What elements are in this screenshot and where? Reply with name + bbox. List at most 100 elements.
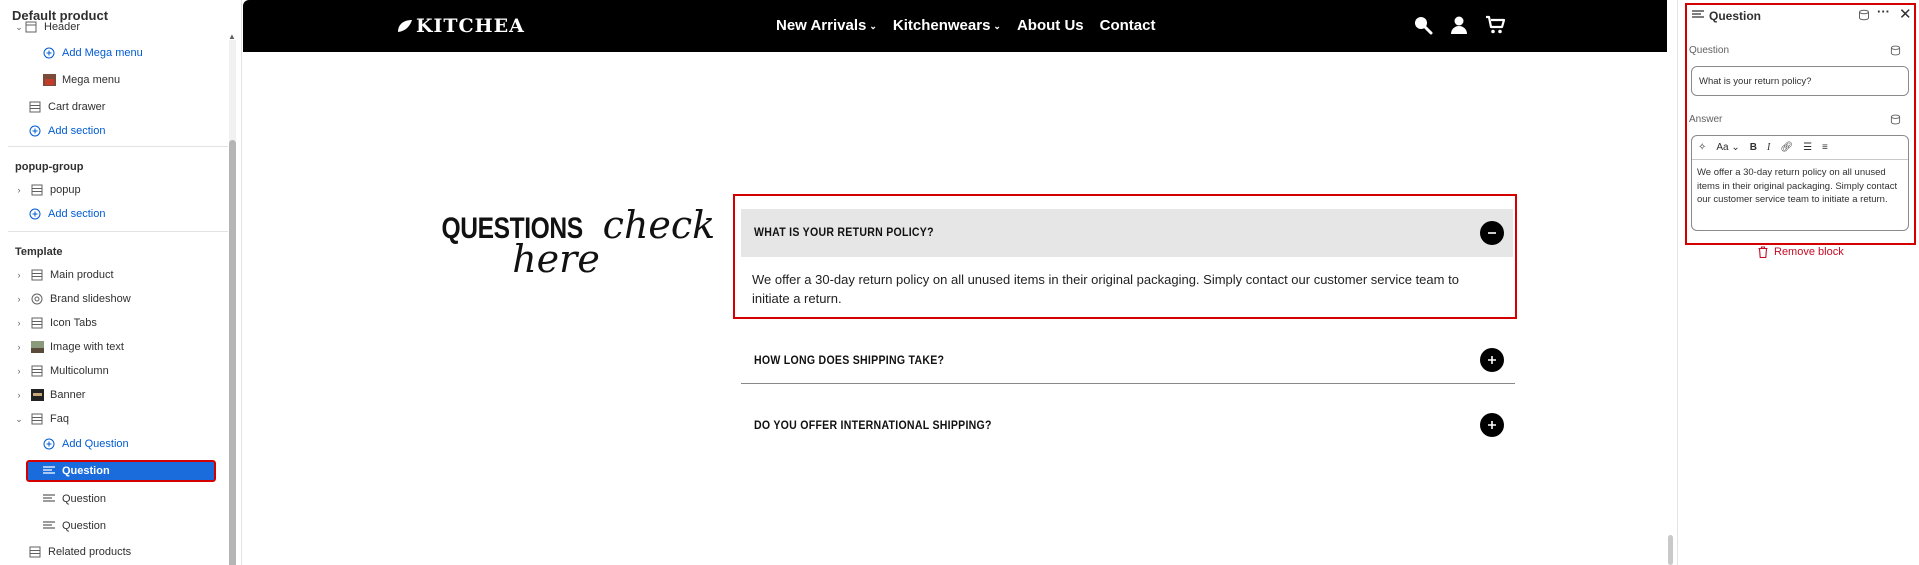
sidebar-item-header[interactable]: ⌄ Header bbox=[14, 20, 241, 34]
store-preview: KITCHEA New Arrivals ⌄ Kitchenwears ⌄ Abou… bbox=[243, 0, 1673, 565]
store-logo[interactable]: KITCHEA bbox=[396, 15, 525, 37]
search-icon[interactable] bbox=[1413, 15, 1433, 35]
chevron-right-icon: › bbox=[17, 318, 21, 328]
sidebar-item-question[interactable]: Question bbox=[42, 515, 241, 537]
add-mega-menu-button[interactable]: Add Mega menu bbox=[42, 42, 241, 64]
database-icon[interactable] bbox=[1890, 45, 1901, 56]
sidebar-item-question-selected[interactable]: Question bbox=[25, 459, 217, 483]
chevron-right-icon: › bbox=[17, 390, 21, 400]
close-icon[interactable]: ✕ bbox=[1899, 5, 1912, 23]
sidebar-item-popup[interactable]: › popup bbox=[14, 179, 241, 201]
sidebar-item-cart-drawer[interactable]: Cart drawer bbox=[28, 96, 241, 118]
text-block-icon bbox=[42, 520, 56, 532]
chevron-right-icon: › bbox=[17, 342, 21, 352]
text-block-icon bbox=[1692, 10, 1704, 18]
preview-scrollbar-thumb[interactable] bbox=[1668, 535, 1673, 565]
bullet-list-icon[interactable]: ☰ bbox=[1803, 142, 1812, 153]
section-icon bbox=[30, 269, 44, 281]
nav-contact[interactable]: Contact bbox=[1100, 17, 1156, 34]
sidebar-item-image-with-text[interactable]: › Image with text bbox=[14, 336, 241, 358]
section-icon bbox=[30, 184, 44, 196]
add-question-button[interactable]: Add Question bbox=[42, 433, 241, 455]
text-block-icon bbox=[42, 493, 56, 505]
sidebar-item-brand-slideshow[interactable]: › Brand slideshow bbox=[14, 288, 241, 310]
link-icon[interactable]: 🔗︎ bbox=[1780, 142, 1793, 153]
question-input[interactable]: What is your return policy? bbox=[1691, 66, 1909, 96]
chevron-right-icon: › bbox=[17, 185, 21, 195]
more-options-icon[interactable]: ··· bbox=[1877, 4, 1890, 19]
block-settings-panel: Question ··· ✕ Question What is your ret… bbox=[1677, 0, 1919, 565]
sidebar-item-icon-tabs[interactable]: › Icon Tabs bbox=[14, 312, 241, 334]
faq-answer-1: We offer a 30-day return policy on all u… bbox=[752, 272, 1459, 306]
chevron-right-icon: › bbox=[17, 270, 21, 280]
answer-field-label: Answer bbox=[1689, 114, 1723, 125]
answer-richtext-editor[interactable]: ✧ Aa ⌄ B I 🔗︎ ☰ ≡ We offer a 30-day retu… bbox=[1691, 135, 1909, 231]
sidebar-item-question[interactable]: Question bbox=[42, 488, 241, 510]
chevron-down-icon: ⌄ bbox=[15, 21, 23, 32]
remove-block-button[interactable]: Remove block bbox=[1758, 246, 1844, 258]
scroll-up-arrow-icon[interactable]: ▲ bbox=[228, 32, 236, 41]
section-tree: ⌄ Header Add Mega menu Mega menu Cart dr… bbox=[0, 21, 232, 565]
plus-circle-icon bbox=[42, 438, 56, 450]
nav-kitchenwears[interactable]: Kitchenwears ⌄ bbox=[893, 17, 1001, 34]
answer-text[interactable]: We offer a 30-day return policy on all u… bbox=[1692, 160, 1908, 213]
account-icon[interactable] bbox=[1449, 15, 1469, 35]
main-nav: New Arrivals ⌄ Kitchenwears ⌄ About Us Con… bbox=[776, 17, 1155, 34]
richtext-toolbar: ✧ Aa ⌄ B I 🔗︎ ☰ ≡ bbox=[1692, 136, 1908, 160]
sidebar-item-faq[interactable]: ⌄ Faq bbox=[14, 408, 241, 430]
plus-circle-icon bbox=[28, 125, 42, 137]
cart-icon[interactable] bbox=[1485, 15, 1505, 35]
theme-editor-sidebar: Default product ⌄ Header Add Mega menu M… bbox=[0, 0, 242, 565]
add-section-button[interactable]: Add section bbox=[28, 120, 241, 142]
trash-icon bbox=[1758, 246, 1768, 258]
sidebar-item-related-products[interactable]: Related products bbox=[28, 541, 241, 563]
header-icons bbox=[1413, 15, 1505, 35]
faq-question-3[interactable]: DO YOU OFFER INTERNATIONAL SHIPPING? bbox=[754, 418, 992, 432]
question-field-label: Question bbox=[1689, 45, 1730, 56]
numbered-list-icon[interactable]: ≡ bbox=[1822, 142, 1828, 153]
ai-sparkle-icon[interactable]: ✧ bbox=[1698, 142, 1706, 153]
faq-question-2[interactable]: HOW LONG DOES SHIPPING TAKE? bbox=[754, 353, 944, 367]
plus-circle-icon bbox=[28, 208, 42, 220]
sidebar-scrollbar-thumb[interactable] bbox=[229, 140, 236, 565]
plus-circle-icon bbox=[42, 47, 56, 59]
image-thumbnail-icon bbox=[42, 74, 56, 86]
section-icon bbox=[30, 365, 44, 377]
font-style-dropdown[interactable]: Aa ⌄ bbox=[1716, 142, 1739, 153]
faq-divider bbox=[741, 383, 1515, 384]
sidebar-item-mega-menu[interactable]: Mega menu bbox=[42, 69, 241, 91]
image-thumbnail-icon bbox=[30, 389, 44, 401]
text-block-icon bbox=[42, 465, 56, 477]
section-icon bbox=[24, 21, 38, 33]
chevron-right-icon: › bbox=[17, 294, 21, 304]
store-header: KITCHEA New Arrivals ⌄ Kitchenwears ⌄ Abou… bbox=[243, 0, 1667, 52]
chevron-down-icon: ⌄ bbox=[993, 21, 1001, 31]
expand-plus-icon[interactable] bbox=[1480, 413, 1504, 437]
chevron-down-icon: ⌄ bbox=[869, 21, 877, 31]
section-icon bbox=[28, 101, 42, 113]
nav-new-arrivals[interactable]: New Arrivals ⌄ bbox=[776, 17, 877, 34]
sidebar-item-main-product[interactable]: › Main product bbox=[14, 264, 241, 286]
section-icon bbox=[30, 413, 44, 425]
database-icon[interactable] bbox=[1890, 114, 1901, 125]
nav-about-us[interactable]: About Us bbox=[1017, 17, 1084, 34]
divider bbox=[8, 231, 228, 232]
section-icon bbox=[30, 317, 44, 329]
bold-icon[interactable]: B bbox=[1750, 142, 1757, 153]
sidebar-item-banner[interactable]: › Banner bbox=[14, 384, 241, 406]
sidebar-item-multicolumn[interactable]: › Multicolumn bbox=[14, 360, 241, 382]
chevron-down-icon: ⌄ bbox=[15, 413, 23, 424]
add-section-button[interactable]: Add section bbox=[28, 203, 241, 225]
faq-question-1[interactable]: WHAT IS YOUR RETURN POLICY? bbox=[754, 225, 934, 239]
section-icon bbox=[28, 546, 42, 558]
expand-plus-icon[interactable] bbox=[1480, 348, 1504, 372]
panel-title: Question bbox=[1709, 9, 1762, 23]
collapse-minus-icon[interactable] bbox=[1480, 221, 1504, 245]
chevron-right-icon: › bbox=[17, 366, 21, 376]
leaf-logo-icon bbox=[398, 20, 412, 32]
database-icon[interactable] bbox=[1858, 9, 1870, 21]
italic-icon[interactable]: I bbox=[1767, 142, 1770, 153]
faq-heading: QUESTIONS check here bbox=[441, 203, 716, 281]
image-thumbnail-icon bbox=[30, 341, 44, 353]
group-template: Template bbox=[15, 246, 63, 258]
